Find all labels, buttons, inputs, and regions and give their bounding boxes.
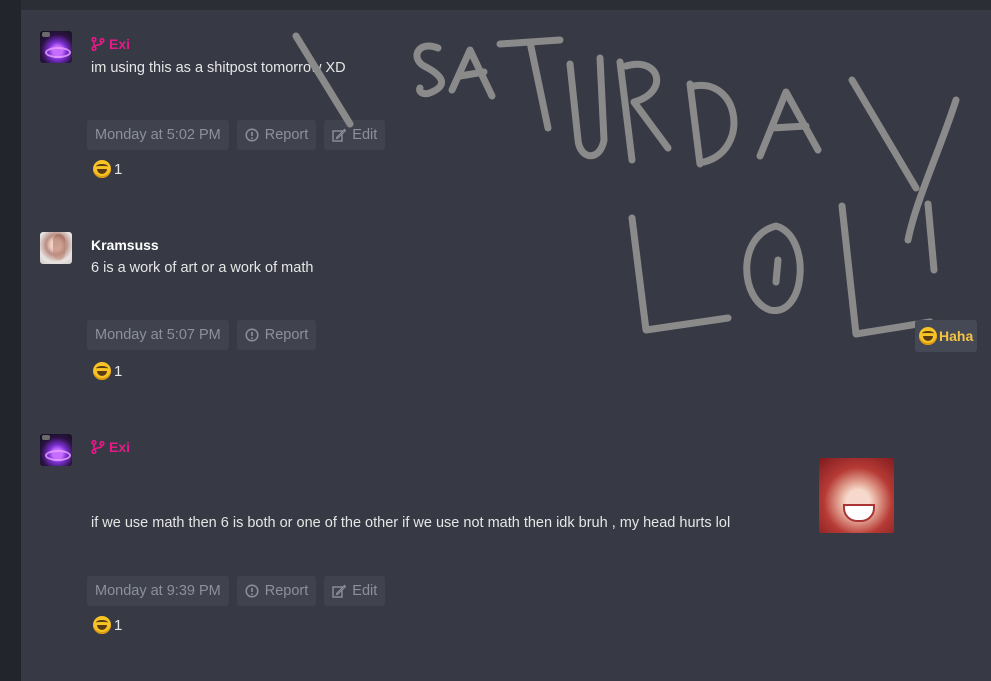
report-label: Report	[264, 327, 309, 343]
post-actions: Monday at 5:07 PM Report	[87, 320, 317, 350]
edit-icon	[332, 128, 347, 142]
author-name[interactable]: Exi	[91, 439, 130, 455]
edit-label: Edit	[352, 127, 378, 143]
laughing-emoji-icon	[93, 160, 111, 178]
message-text: 6 is a work of art or a work of math	[91, 260, 314, 276]
post-actions: Monday at 5:02 PM Report Edit	[87, 120, 386, 150]
edit-icon	[332, 584, 347, 598]
haha-reaction-button[interactable]: Haha	[915, 320, 978, 352]
timestamp-link[interactable]: Monday at 5:07 PM	[87, 320, 229, 350]
edit-button[interactable]: Edit	[324, 120, 386, 150]
avatar[interactable]	[40, 31, 72, 63]
report-label: Report	[264, 583, 309, 599]
timestamp-link[interactable]: Monday at 5:02 PM	[87, 120, 229, 150]
author-name[interactable]: Kramsuss	[91, 237, 159, 253]
report-icon	[245, 584, 259, 598]
message-text: if we use math then 6 is both or one of …	[91, 515, 731, 531]
laughing-emoji-icon	[93, 362, 111, 380]
author-name[interactable]: Exi	[91, 36, 130, 52]
reaction-summary[interactable]: 1	[93, 160, 122, 178]
laughing-emoji-icon	[93, 616, 111, 634]
laughing-sticker-image	[819, 458, 894, 533]
author-name-label: Exi	[109, 36, 131, 52]
reaction-count: 1	[114, 160, 123, 178]
message-text: im using this as a shitpost tomorrow XD	[91, 60, 346, 76]
reaction-count: 1	[114, 362, 123, 380]
edit-label: Edit	[352, 583, 378, 599]
report-button[interactable]: Report	[236, 320, 317, 350]
author-name-label: Exi	[109, 439, 131, 455]
report-icon	[245, 128, 259, 142]
report-label: Report	[264, 127, 309, 143]
reaction-count: 1	[114, 616, 123, 634]
laughing-emoji-icon	[919, 327, 937, 345]
report-button[interactable]: Report	[236, 576, 317, 606]
haha-label: Haha	[939, 328, 974, 344]
avatar[interactable]	[40, 232, 72, 264]
avatar[interactable]	[40, 434, 72, 466]
staff-branch-icon	[91, 37, 105, 51]
edit-button[interactable]: Edit	[324, 576, 386, 606]
post-actions: Monday at 9:39 PM Report Edit	[87, 576, 386, 606]
staff-branch-icon	[91, 440, 105, 454]
top-bar	[21, 0, 991, 10]
report-icon	[245, 328, 259, 342]
reaction-summary[interactable]: 1	[93, 362, 122, 380]
timestamp-link[interactable]: Monday at 9:39 PM	[87, 576, 229, 606]
report-button[interactable]: Report	[236, 120, 317, 150]
reaction-summary[interactable]: 1	[93, 616, 122, 634]
